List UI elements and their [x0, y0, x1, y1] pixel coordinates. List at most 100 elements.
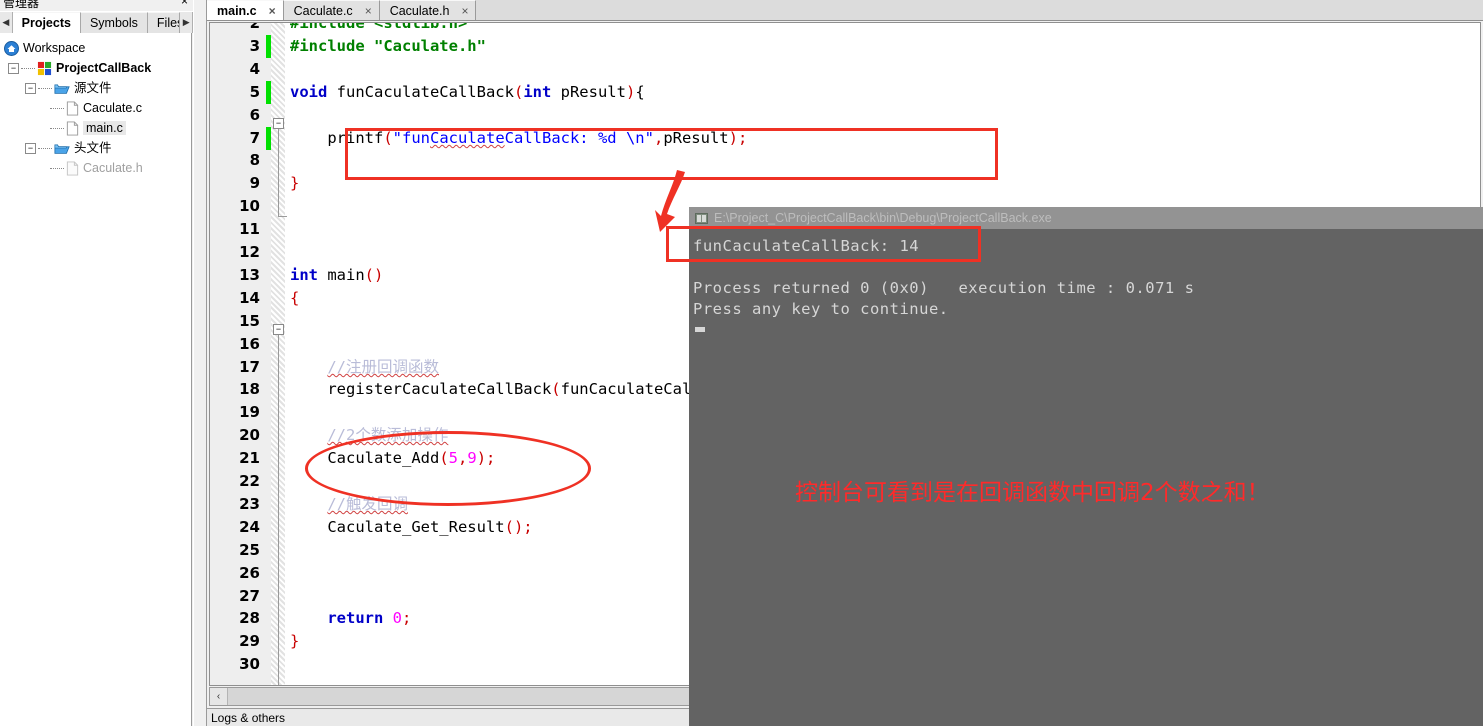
tree-item-label: 头文件: [74, 140, 112, 155]
code-line: registerCaculateCallBack(funCaculateCall…: [290, 380, 756, 398]
tab-label: Caculate.c: [293, 3, 353, 18]
line-number: 14: [239, 289, 260, 307]
line-number: 24: [239, 518, 260, 536]
management-panel-titlebar: 管理器 ×: [0, 0, 193, 11]
panel-splitter[interactable]: [193, 0, 207, 726]
line-number: 11: [239, 220, 260, 238]
line-number: 29: [239, 632, 260, 650]
line-number: 30: [239, 655, 260, 673]
console-cursor: [695, 327, 705, 332]
line-number: 16: [239, 335, 260, 353]
code-line: }: [290, 632, 300, 650]
application-window: 管理器 × ◀ Projects Symbols Files ▶ Workspa…: [0, 0, 1483, 726]
tabs-scroll-left-icon[interactable]: ◀: [0, 12, 13, 33]
tab-caculate-h[interactable]: Caculate.h ×: [379, 0, 477, 20]
fold-toggle-icon[interactable]: −: [273, 118, 284, 129]
line-number: 22: [239, 472, 260, 490]
line-number: 23: [239, 495, 260, 513]
line-number: 2: [249, 22, 260, 32]
change-marker: [266, 35, 271, 58]
tree-item-label: Caculate.c: [83, 100, 143, 115]
tab-label: main.c: [217, 3, 257, 18]
tabs-scroll-right-icon[interactable]: ▶: [180, 12, 193, 33]
close-icon[interactable]: ×: [461, 4, 468, 18]
line-number: 7: [249, 129, 260, 147]
tree-expander-icon[interactable]: −: [8, 62, 19, 74]
tree-item-label: Caculate.h: [83, 160, 143, 175]
line-number: 18: [239, 380, 260, 398]
code-line: int main(): [290, 266, 384, 284]
line-number: 9: [249, 174, 260, 192]
scroll-left-icon[interactable]: ‹: [210, 688, 228, 705]
sidebar-tab-files[interactable]: Files: [147, 12, 181, 33]
close-icon[interactable]: ×: [269, 4, 276, 18]
file-icon: [66, 160, 79, 176]
file-icon: [66, 100, 79, 116]
tree-item-projectcallback[interactable]: − ProjectCallBack: [0, 58, 191, 78]
line-number: 27: [239, 587, 260, 605]
tree-item-caculate-c[interactable]: Caculate.c: [0, 98, 191, 118]
code-line: Caculate_Get_Result();: [290, 518, 533, 536]
close-icon[interactable]: ×: [365, 4, 372, 18]
project-tree: Workspace − ProjectCallBack − 源文件 Cacula…: [0, 33, 192, 726]
sidebar-tab-symbols[interactable]: Symbols: [80, 12, 148, 33]
tree-item-label: Workspace: [23, 40, 86, 55]
close-icon[interactable]: ×: [181, 0, 188, 8]
console-output-line: Press any key to continue.: [693, 300, 949, 318]
tree-expander-icon[interactable]: −: [25, 82, 36, 94]
console-window[interactable]: E:\Project_C\ProjectCallBack\bin\Debug\P…: [689, 207, 1483, 726]
line-number: 3: [249, 37, 260, 55]
change-marker: [266, 81, 271, 104]
code-line: {: [290, 289, 300, 307]
tab-main-c[interactable]: main.c ×: [207, 0, 284, 20]
line-number: 26: [239, 564, 260, 582]
fold-guide-end: [278, 216, 287, 217]
line-number: 5: [249, 83, 260, 101]
code-line: }: [290, 174, 300, 192]
line-number: 28: [239, 609, 260, 627]
tree-expander-icon[interactable]: −: [25, 142, 36, 154]
line-number: 25: [239, 541, 260, 559]
console-title-text: E:\Project_C\ProjectCallBack\bin\Debug\P…: [714, 211, 1052, 225]
line-number: 4: [249, 60, 260, 78]
annotation-ellipse-caculate-add: [305, 431, 591, 506]
code-line: #include <stdlib.h>: [290, 22, 468, 32]
management-panel: 管理器 × ◀ Projects Symbols Files ▶ Workspa…: [0, 0, 193, 726]
line-number: 13: [239, 266, 260, 284]
line-number: 19: [239, 403, 260, 421]
annotation-rect-console-output: [666, 226, 981, 262]
line-number: 12: [239, 243, 260, 261]
file-icon: [66, 120, 79, 136]
code-line: #include "Caculate.h": [290, 37, 486, 55]
tab-label: Caculate.h: [389, 3, 450, 18]
line-number: 6: [249, 106, 260, 124]
line-number: 20: [239, 426, 260, 444]
management-panel-tabs: ◀ Projects Symbols Files ▶: [0, 11, 193, 33]
management-panel-title: 管理器: [3, 0, 40, 10]
line-number: 10: [239, 197, 260, 215]
bottom-panel-label: Logs & others: [211, 711, 286, 725]
code-line: void funCaculateCallBack(int pResult){: [290, 83, 645, 101]
folder-icon: [54, 82, 70, 95]
tree-item-header-folder[interactable]: − 头文件: [0, 138, 191, 158]
sidebar-tab-projects[interactable]: Projects: [12, 12, 81, 33]
tree-item-caculate-h[interactable]: Caculate.h: [0, 158, 191, 178]
project-icon: [37, 61, 52, 76]
fold-guide: [278, 129, 279, 216]
line-number: 21: [239, 449, 260, 467]
code-line: return 0;: [327, 609, 412, 627]
tree-item-label: 源文件: [74, 80, 112, 95]
line-number: 8: [249, 151, 260, 169]
line-number: 17: [239, 358, 260, 376]
tree-item-source-folder[interactable]: − 源文件: [0, 78, 191, 98]
tree-item-label: ProjectCallBack: [56, 60, 152, 75]
console-output-line: Process returned 0 (0x0) execution time …: [693, 279, 1195, 297]
workspace-icon: [4, 40, 19, 56]
fold-toggle-icon[interactable]: −: [273, 324, 284, 335]
line-number: 15: [239, 312, 260, 330]
code-line: //注册回调函数: [327, 358, 439, 376]
tab-caculate-c[interactable]: Caculate.c ×: [283, 0, 380, 20]
tree-item-main-c[interactable]: main.c: [0, 118, 191, 138]
editor-tab-bar: main.c × Caculate.c × Caculate.h ×: [207, 0, 1483, 21]
tree-item-workspace[interactable]: Workspace: [0, 38, 191, 58]
